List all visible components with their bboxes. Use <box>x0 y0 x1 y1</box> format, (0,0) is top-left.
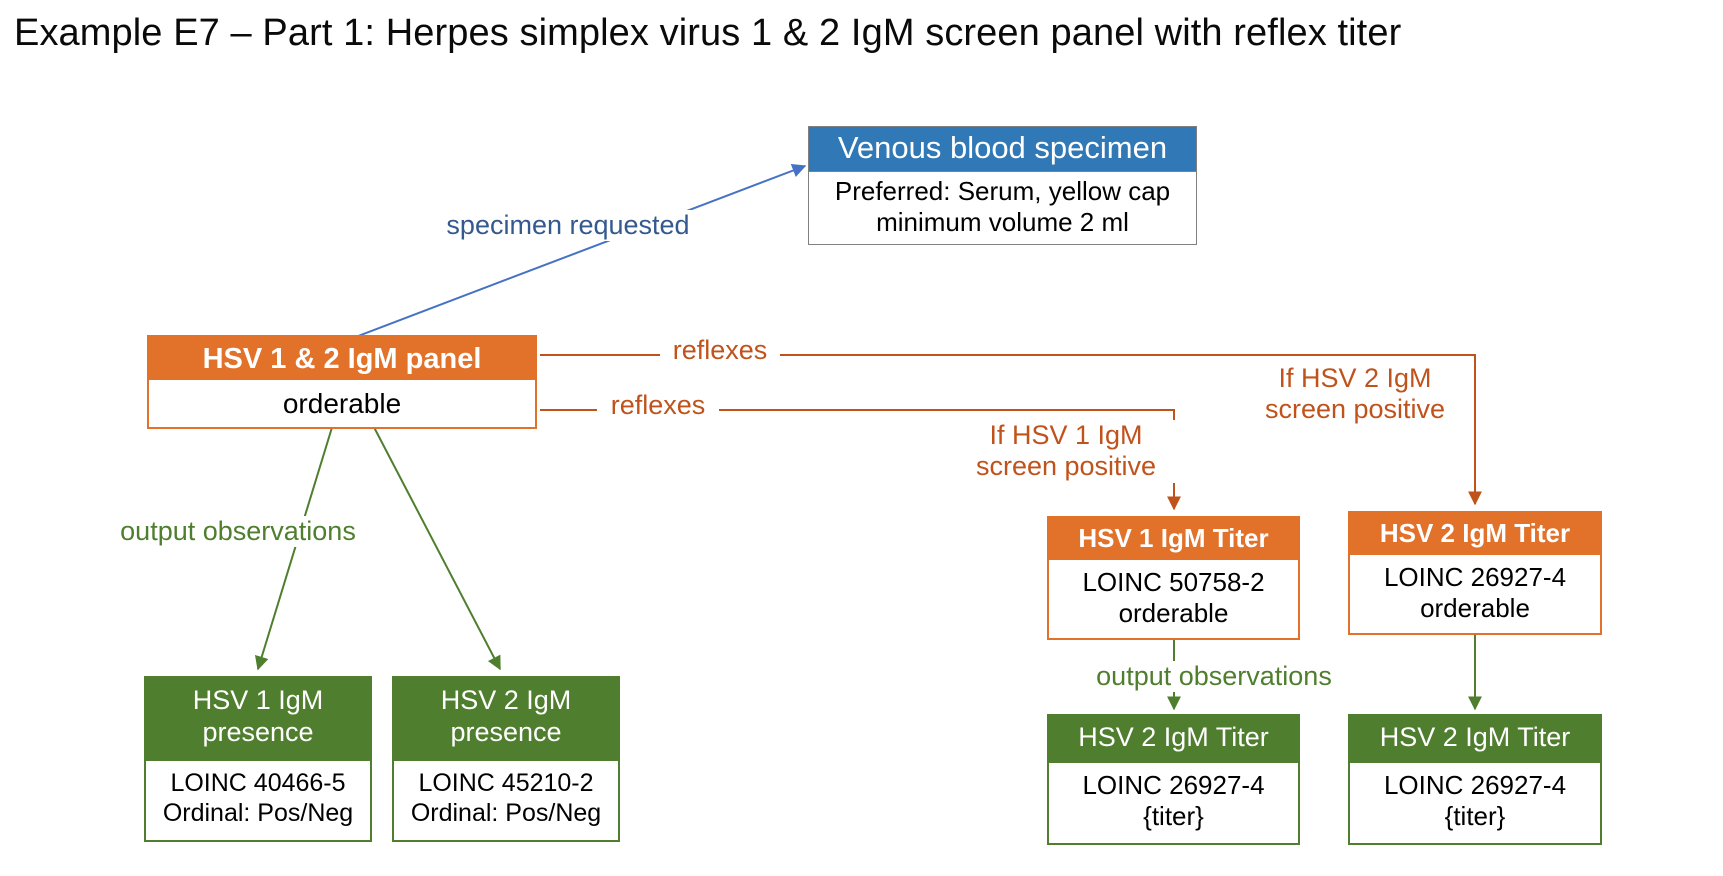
page-title: Example E7 – Part 1: Herpes simplex viru… <box>14 12 1402 54</box>
node-titer-output-left[interactable]: HSV 2 IgM Titer LOINC 26927-4 {titer} <box>1047 714 1300 845</box>
node-body: LOINC 26927-4 {titer} <box>1350 763 1600 843</box>
node-body: Preferred: Serum, yellow cap minimum vol… <box>809 172 1196 245</box>
node-hsv-2-igm-presence[interactable]: HSV 2 IgM presence LOINC 45210-2 Ordinal… <box>392 676 620 842</box>
edge-label-reflexes-lower: reflexes <box>597 390 719 422</box>
node-hsv-1-igm-titer[interactable]: HSV 1 IgM Titer LOINC 50758-2 orderable <box>1047 516 1300 640</box>
node-header: HSV 2 IgM presence <box>394 678 618 761</box>
node-hsv-1-igm-presence[interactable]: HSV 1 IgM presence LOINC 40466-5 Ordinal… <box>144 676 372 842</box>
node-body: LOINC 45210-2 Ordinal: Pos/Neg <box>394 761 618 840</box>
node-body: LOINC 26927-4 orderable <box>1350 555 1600 633</box>
node-header: HSV 1 IgM Titer <box>1049 518 1298 560</box>
edge-label-output-observations-left: output observations <box>92 516 384 548</box>
node-header: HSV 2 IgM Titer <box>1350 716 1600 763</box>
edge-label-if-hsv1-positive: If HSV 1 IgM screen positive <box>955 420 1177 483</box>
edge-label-output-observations-right: output observations <box>1068 661 1360 693</box>
diagram-canvas: Example E7 – Part 1: Herpes simplex viru… <box>0 0 1723 876</box>
node-body: LOINC 50758-2 orderable <box>1049 560 1298 638</box>
node-body: LOINC 26927-4 {titer} <box>1049 763 1298 843</box>
node-header: HSV 1 IgM presence <box>146 678 370 761</box>
node-hsv-2-igm-titer[interactable]: HSV 2 IgM Titer LOINC 26927-4 orderable <box>1348 511 1602 635</box>
node-header: HSV 1 & 2 IgM panel <box>149 337 535 380</box>
edge-label-if-hsv2-positive: If HSV 2 IgM screen positive <box>1245 363 1465 426</box>
node-header: HSV 2 IgM Titer <box>1049 716 1298 763</box>
node-header: Venous blood specimen <box>809 127 1196 172</box>
edge-label-specimen-requested: specimen requested <box>425 210 711 242</box>
edge-label-reflexes-upper: reflexes <box>660 335 780 367</box>
node-titer-output-right[interactable]: HSV 2 IgM Titer LOINC 26927-4 {titer} <box>1348 714 1602 845</box>
node-body: orderable <box>149 380 535 427</box>
node-hsv-1-2-igm-panel[interactable]: HSV 1 & 2 IgM panel orderable <box>147 335 537 429</box>
node-header: HSV 2 IgM Titer <box>1350 513 1600 555</box>
node-body: LOINC 40466-5 Ordinal: Pos/Neg <box>146 761 370 840</box>
edge-specimen-requested <box>344 163 807 342</box>
node-venous-blood-specimen[interactable]: Venous blood specimen Preferred: Serum, … <box>808 126 1197 246</box>
